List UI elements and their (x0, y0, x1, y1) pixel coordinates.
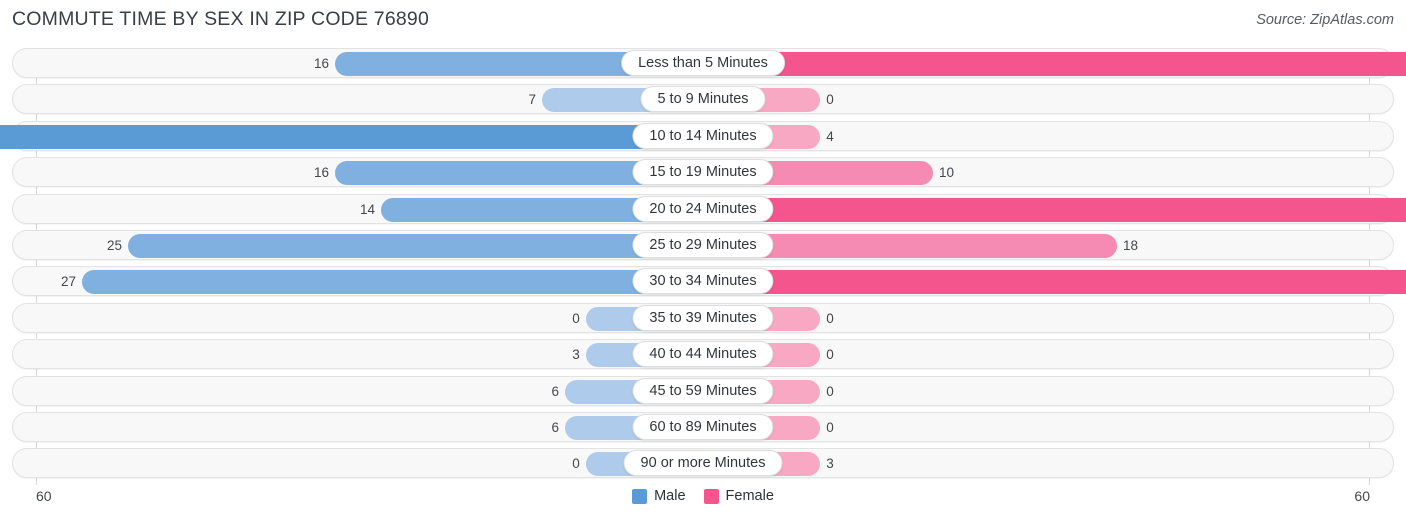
category-label: 60 to 89 Minutes (632, 413, 774, 440)
male-value-label: 27 (60, 274, 76, 290)
male-bar: 27 (61, 270, 703, 295)
legend-swatch-icon (632, 488, 648, 504)
female-value-label: 0 (826, 419, 834, 435)
chart-header: COMMUTE TIME BY SEX IN ZIP CODE 76890 So… (0, 0, 1406, 40)
chart-legend: Male Female (12, 488, 1394, 504)
table-row: 7 0 5 to 9 Minutes (12, 84, 1394, 115)
female-value-label: 0 (826, 92, 834, 108)
male-bar: 46 (0, 124, 703, 149)
category-label: 20 to 24 Minutes (632, 195, 774, 222)
female-value-label: 3 (826, 456, 834, 472)
legend-item[interactable]: Female (703, 488, 774, 504)
male-value-label: 7 (528, 92, 536, 108)
male-value-label: 0 (572, 310, 580, 326)
legend-label: Male (654, 488, 686, 504)
table-row: 27 5930 to 34 Minutes (12, 266, 1406, 297)
male-value-label: 3 (572, 347, 580, 363)
category-label: 35 to 39 Minutes (632, 304, 774, 331)
female-value-label: 4 (826, 128, 834, 144)
category-label: 15 to 19 Minutes (632, 159, 774, 186)
table-row: 16 10 15 to 19 Minutes (12, 157, 1394, 188)
male-value-label: 6 (551, 383, 559, 399)
female-bar: 52 (703, 197, 1406, 222)
category-label: 10 to 14 Minutes (632, 122, 774, 149)
table-row: 3 0 40 to 44 Minutes (12, 339, 1394, 370)
category-label: Less than 5 Minutes (621, 50, 785, 76)
category-label: 90 or more Minutes (623, 450, 783, 477)
male-bar: 25 (107, 233, 703, 258)
male-value-label: 14 (359, 201, 375, 217)
chart-page: COMMUTE TIME BY SEX IN ZIP CODE 76890 So… (0, 0, 1406, 522)
category-label: 30 to 34 Minutes (632, 268, 774, 295)
male-value-label: 0 (572, 456, 580, 472)
page-title: COMMUTE TIME BY SEX IN ZIP CODE 76890 (12, 8, 430, 30)
legend-swatch-icon (703, 488, 719, 504)
table-row: 16 47Less than 5 Minutes (12, 48, 1406, 78)
legend-item[interactable]: Male (632, 488, 686, 504)
male-value-label: 25 (106, 237, 122, 253)
category-label: 25 to 29 Minutes (632, 231, 774, 258)
chart-plot-area: 16 47Less than 5 Minutes 7 0 5 to 9 Minutes 4… (0, 48, 1406, 485)
table-row: 6 0 45 to 59 Minutes (12, 375, 1394, 406)
male-value-label: 6 (551, 419, 559, 435)
female-value-label: 18 (1123, 237, 1139, 253)
female-value-label: 0 (826, 347, 834, 363)
male-value-label: 16 (313, 165, 329, 181)
table-row: 46 4 10 to 14 Minutes (0, 120, 1394, 151)
legend-label: Female (725, 488, 774, 504)
female-bar: 47 (703, 52, 1406, 76)
female-bar: 59 (703, 270, 1406, 295)
female-value-label: 10 (939, 165, 955, 181)
female-value-label: 0 (826, 383, 834, 399)
female-value-label: 0 (826, 310, 834, 326)
male-value-label: 16 (313, 56, 329, 71)
chart-footer: 60 60 Male Female (12, 486, 1394, 518)
source-attribution: Source: ZipAtlas.com (1256, 12, 1394, 28)
table-row: 6 0 60 to 89 Minutes (12, 411, 1394, 442)
table-row: 25 18 25 to 29 Minutes (12, 229, 1394, 260)
category-label: 40 to 44 Minutes (632, 341, 774, 368)
table-row: 0 3 90 or more Minutes (12, 448, 1394, 479)
table-row: 0 0 35 to 39 Minutes (12, 302, 1394, 333)
chart-rows: 16 47Less than 5 Minutes 7 0 5 to 9 Minutes 4… (0, 48, 1406, 485)
category-label: 5 to 9 Minutes (640, 86, 766, 113)
category-label: 45 to 59 Minutes (632, 377, 774, 404)
table-row: 14 5220 to 24 Minutes (12, 193, 1406, 224)
